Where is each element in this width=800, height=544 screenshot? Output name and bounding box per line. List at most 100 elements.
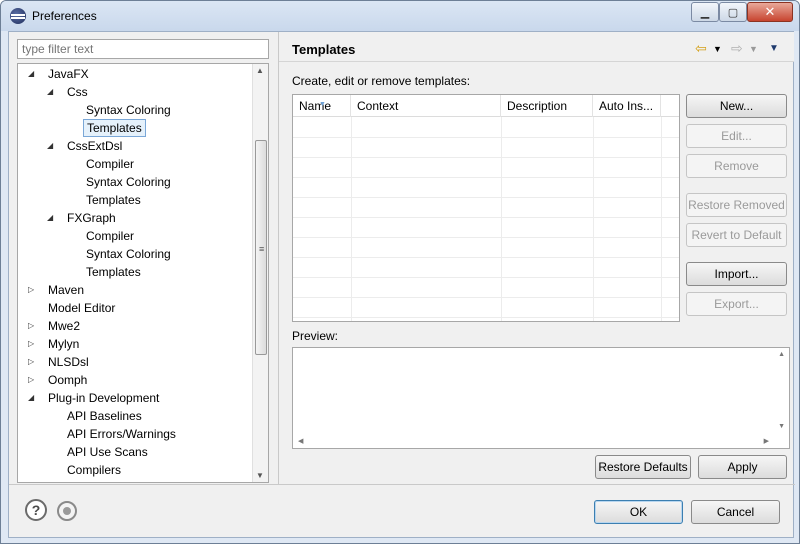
column-header-auto-insert[interactable]: Auto Ins...	[593, 95, 661, 117]
pane-divider[interactable]	[278, 32, 279, 484]
tree-item-label: API Baselines	[67, 409, 142, 423]
tree-item-label: Templates	[83, 119, 146, 137]
help-icon[interactable]: ?	[25, 499, 47, 521]
sort-indicator-icon: ▼	[319, 101, 326, 108]
minimize-button[interactable]: ▁	[691, 2, 719, 22]
export-button[interactable]: Export...	[686, 292, 787, 316]
restore-defaults-button[interactable]: Restore Defaults	[595, 455, 691, 479]
tree-item-label: Syntax Coloring	[86, 247, 171, 261]
column-label: Auto Ins...	[599, 99, 654, 113]
expanded-arrow-icon[interactable]: ◢	[28, 65, 34, 83]
record-macro-icon[interactable]	[57, 501, 77, 521]
tree-item-label: Css	[67, 85, 88, 99]
tree-item-label: Edit...	[64, 479, 101, 482]
column-label: Name	[299, 99, 332, 113]
tree-item-label: Mylyn	[48, 337, 80, 351]
revert-to-default-button[interactable]: Revert to Default	[686, 223, 787, 247]
view-menu-icon[interactable]: ▼	[769, 43, 779, 54]
grid-line	[351, 117, 352, 321]
forward-arrow-icon[interactable]: ⇨	[731, 40, 743, 57]
tree-item-label: Templates	[86, 265, 141, 279]
new-button[interactable]: New...	[686, 94, 787, 118]
scroll-left-icon[interactable]: ◀	[298, 437, 303, 445]
apply-button[interactable]: Apply	[698, 455, 787, 479]
grid-line	[293, 177, 679, 178]
collapsed-arrow-icon[interactable]: ▷	[28, 353, 34, 371]
collapsed-arrow-icon[interactable]: ▷	[28, 317, 34, 335]
grid-line	[293, 157, 679, 158]
title-bar: Preferences ▁ ▢ ✕	[1, 1, 799, 31]
tree-item-label: API Errors/Warnings	[67, 427, 176, 441]
filter-input[interactable]	[17, 39, 269, 59]
tree-item-label: Model Editor	[48, 301, 116, 315]
table-header: ▼ Name Context Description Auto Ins...	[293, 95, 679, 117]
tree-item-label: JavaFX	[48, 67, 89, 81]
column-header-name[interactable]: ▼ Name	[293, 95, 351, 117]
page-header: Templates ⇦ ▼ ⇨ ▼ ▼	[279, 32, 794, 62]
cancel-button[interactable]: Cancel	[691, 500, 780, 524]
column-label: Description	[507, 99, 568, 113]
eclipse-icon	[10, 8, 26, 24]
tree-item-label: Mwe2	[48, 319, 81, 333]
collapsed-arrow-icon[interactable]: ▷	[28, 371, 34, 389]
footer-separator	[9, 484, 795, 485]
grid-line	[293, 237, 679, 238]
forward-menu-chevron-icon[interactable]: ▼	[749, 44, 758, 54]
grid-line	[293, 317, 679, 318]
close-icon: ✕	[764, 4, 776, 19]
grid-line	[293, 277, 679, 278]
maximize-icon: ▢	[727, 6, 739, 19]
restore-removed-button[interactable]: Restore Removed	[686, 193, 787, 217]
scroll-thumb[interactable]: ≡	[255, 140, 267, 355]
tree-item-label: Templates	[86, 193, 141, 207]
window-title: Preferences	[32, 9, 97, 23]
scroll-down-icon[interactable]: ▼	[256, 471, 264, 480]
tree-item-label: API Use Scans	[67, 445, 148, 459]
dialog-body: Edit... Compilers API Use Scans API Errors/…	[8, 31, 795, 538]
expanded-arrow-icon[interactable]: ◢	[28, 389, 34, 407]
minimize-icon: ▁	[700, 6, 710, 19]
expanded-arrow-icon[interactable]: ◢	[47, 137, 53, 155]
grid-line	[293, 217, 679, 218]
grid-line	[501, 117, 502, 321]
tree-item-label: Compilers	[67, 463, 122, 477]
ok-button[interactable]: OK	[594, 500, 683, 524]
column-header-context[interactable]: Context	[351, 95, 501, 117]
grid-line	[293, 297, 679, 298]
back-menu-chevron-icon[interactable]: ▼	[713, 44, 722, 54]
collapsed-arrow-icon[interactable]: ▷	[28, 281, 34, 299]
page-description: Create, edit or remove templates:	[292, 74, 471, 88]
grip-icon: ≡	[259, 244, 265, 254]
collapsed-arrow-icon[interactable]: ▷	[28, 335, 34, 353]
back-arrow-icon[interactable]: ⇦	[695, 40, 707, 57]
tree-item-label: Compiler	[86, 157, 135, 171]
scroll-up-icon[interactable]: ▲	[778, 351, 785, 358]
page-title: Templates	[292, 42, 356, 57]
templates-table[interactable]: ▼ Name Context Description Auto Ins...	[292, 94, 680, 322]
column-header-description[interactable]: Description	[501, 95, 593, 117]
tree-item-label: Compiler	[86, 229, 135, 243]
grid-line	[661, 117, 662, 321]
tree-scrollbar[interactable]: ▲ ≡ ▼	[252, 64, 268, 482]
column-label: Context	[357, 99, 399, 113]
maximize-button[interactable]: ▢	[719, 2, 747, 22]
expanded-arrow-icon[interactable]: ◢	[47, 209, 53, 227]
preferences-window: Preferences ▁ ▢ ✕ Edit... Compilers API Us…	[0, 0, 800, 544]
close-button[interactable]: ✕	[747, 2, 793, 22]
grid-line	[293, 197, 679, 198]
tree-item-label: Plug-in Development	[48, 391, 160, 405]
grid-line	[593, 117, 594, 321]
scroll-down-icon[interactable]: ▼	[778, 423, 785, 430]
scroll-up-icon[interactable]: ▲	[256, 66, 264, 75]
scroll-right-icon[interactable]: ▶	[764, 437, 769, 445]
tree-item-label: Maven	[48, 283, 85, 297]
grid-line	[293, 137, 679, 138]
expanded-arrow-icon[interactable]: ◢	[47, 83, 53, 101]
tree-item-label: Oomph	[48, 373, 88, 387]
preview-area[interactable]: ▲ ▼ ◀ ▶	[292, 347, 790, 449]
preference-tree: Edit... Compilers API Use Scans API Errors/…	[17, 63, 269, 483]
preview-label: Preview:	[292, 329, 339, 343]
import-button[interactable]: Import...	[686, 262, 787, 286]
edit-button[interactable]: Edit...	[686, 124, 787, 148]
remove-button[interactable]: Remove	[686, 154, 787, 178]
